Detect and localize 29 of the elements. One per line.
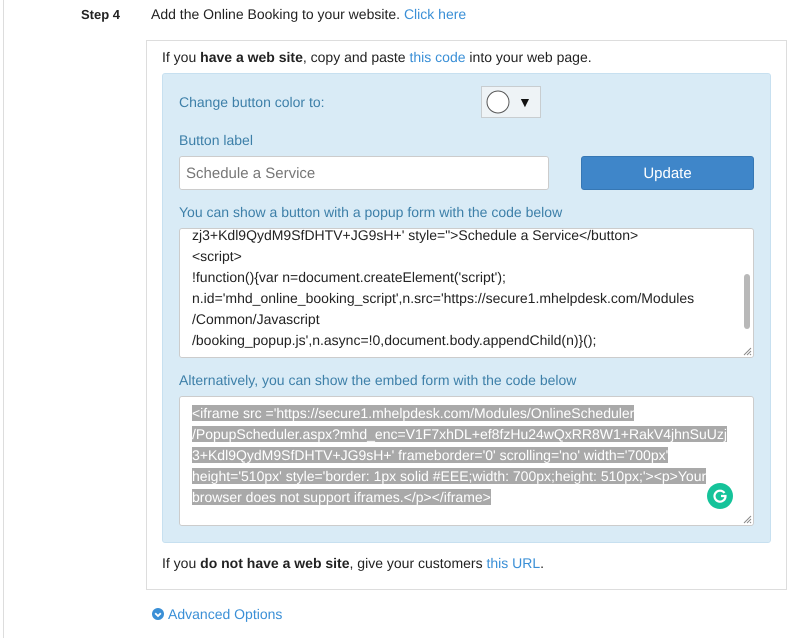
- this-code-link[interactable]: this code: [410, 49, 466, 65]
- update-button[interactable]: Update: [581, 156, 754, 190]
- popup-code-field[interactable]: [179, 228, 754, 358]
- code-line: /Common/Javascript: [192, 310, 321, 329]
- step-label: Step 4: [81, 7, 122, 22]
- step-instruction: Add the Online Booking to your website. Click here: [151, 6, 466, 22]
- advanced-options-link[interactable]: Advanced Options: [152, 606, 282, 622]
- circle-arrow-down-icon: [152, 608, 164, 620]
- color-swatch-icon: [486, 90, 510, 114]
- click-here-link[interactable]: Click here: [404, 6, 466, 22]
- this-url-link[interactable]: this URL: [486, 555, 540, 571]
- resize-grip-icon[interactable]: [742, 346, 752, 356]
- code-line: zj3+Kdl9QydM9SfDHTV+JG9sH+' style=">Schedule a Service</button>: [192, 229, 640, 245]
- no-website-instruction: If you do not have a web site, give your customers this URL.: [162, 555, 546, 571]
- caret-icon: ▼: [518, 94, 532, 110]
- code-line: /booking_popup.js',n.async=!0,document.body.appendChild(n)}();: [192, 331, 598, 350]
- popup-code-label: You can show a button with a popup form with the code below: [179, 204, 564, 220]
- button-label-label: Button label: [179, 132, 254, 148]
- code-line: <script>: [192, 247, 243, 266]
- code-line: !function(){var n=document.createElement('script');: [192, 268, 507, 287]
- button-label-field[interactable]: Schedule a Service: [179, 156, 549, 190]
- resize-grip-icon[interactable]: [742, 514, 752, 524]
- embed-code-label: Alternatively, you can show the embed form with the code below: [179, 372, 578, 388]
- website-instruction: If you have a web site, copy and paste this code into your web page.: [162, 49, 593, 65]
- code-line: n.id='mhd_online_booking_script',n.src='https://secure1.mhelpdesk.com/Modules: [192, 289, 696, 308]
- scrollbar[interactable]: [744, 274, 750, 329]
- color-picker[interactable]: ▼: [481, 86, 541, 118]
- embed-code-field[interactable]: [179, 396, 754, 526]
- color-label: Change button color to:: [179, 94, 326, 110]
